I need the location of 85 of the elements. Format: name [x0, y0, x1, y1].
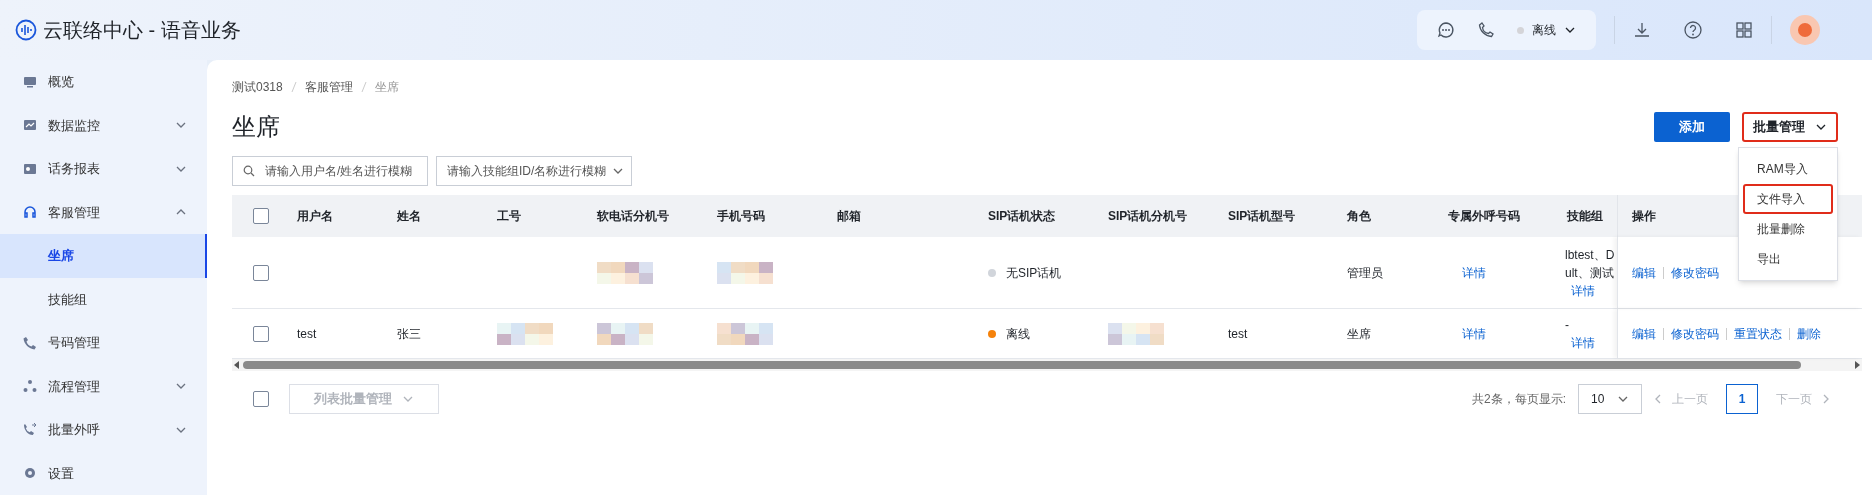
table-cell-text: 无SIP话机	[1006, 264, 1062, 282]
page-title: 坐席	[232, 112, 281, 142]
sidebar-subitem[interactable]: 技能组	[0, 277, 207, 321]
column-header: 手机号码	[716, 208, 766, 225]
menu-item[interactable]: 文件导入	[1743, 184, 1833, 214]
chat-icon[interactable]	[1437, 21, 1455, 39]
horizontal-scrollbar[interactable]	[232, 359, 1862, 371]
total-count: 共2条，每页显示:	[1472, 391, 1566, 408]
slash-separator-icon	[360, 81, 367, 93]
column-header: 软电话分机号	[596, 208, 670, 225]
breadcrumb-item[interactable]: 客服管理	[304, 78, 353, 96]
redacted-mosaic	[497, 322, 553, 345]
phone-icon	[22, 334, 38, 351]
table-cell-text: 张三	[397, 325, 421, 343]
action-link[interactable]: 编辑	[1632, 263, 1656, 282]
column-header: SIP话机分机号	[1107, 208, 1189, 225]
column-header: 工号	[496, 208, 522, 225]
column-header: 技能组	[1566, 208, 1604, 225]
checkbox[interactable]	[252, 391, 269, 407]
action-link[interactable]: 修改密码	[1671, 324, 1719, 343]
nodes-icon	[22, 378, 38, 395]
menu-item[interactable]: RAM导入	[1743, 154, 1833, 184]
phone-icon[interactable]	[1477, 21, 1495, 39]
details-link[interactable]: 详情	[1448, 263, 1486, 282]
batch-manage-button[interactable]: 批量管理	[1742, 112, 1838, 142]
details-link[interactable]: 详情	[1565, 281, 1615, 300]
phone-arrows-icon	[22, 421, 38, 438]
download-icon[interactable]	[1633, 21, 1651, 39]
redacted-mosaic	[1108, 322, 1164, 345]
redacted-mosaic	[597, 322, 653, 345]
table-cell-text: 离线	[1006, 325, 1030, 343]
checkbox[interactable]	[252, 325, 269, 342]
column-header: 姓名	[396, 208, 422, 225]
column-header: 角色	[1346, 208, 1372, 225]
table-cell-text: lbtest、D	[1565, 246, 1615, 264]
skill-group-select[interactable]: 请输入技能组ID/名称进行模糊	[436, 156, 632, 186]
column-header: SIP话机型号	[1227, 208, 1297, 225]
details-link[interactable]: 详情	[1565, 333, 1595, 352]
details-link[interactable]: 详情	[1448, 324, 1486, 343]
sidebar-item[interactable]: 设置	[0, 451, 207, 495]
action-link[interactable]: 重置状态	[1734, 324, 1782, 343]
column-header: 用户名	[296, 208, 334, 225]
status-dropdown[interactable]: 离线	[1517, 21, 1576, 39]
breadcrumb-item[interactable]: 测试0318	[232, 78, 283, 96]
page-button[interactable]: 1	[1726, 384, 1758, 414]
help-icon[interactable]	[1683, 20, 1703, 40]
action-link[interactable]: 编辑	[1632, 324, 1656, 343]
column-header: 专属外呼号码	[1447, 208, 1521, 225]
sidebar-item[interactable]: 话务报表	[0, 147, 207, 191]
menu-item[interactable]: 导出	[1743, 244, 1833, 274]
sidebar-item[interactable]: 流程管理	[0, 364, 207, 408]
table-cell-text: ult、测试	[1565, 264, 1615, 282]
sidebar-item[interactable]: 批量外呼	[0, 408, 207, 452]
app-title: 云联络中心 - 语音业务	[43, 18, 241, 43]
avatar-icon[interactable]	[1790, 15, 1820, 45]
action-link[interactable]: 删除	[1797, 324, 1821, 343]
menu-item[interactable]: 批量删除	[1743, 214, 1833, 244]
column-header: 邮箱	[836, 208, 862, 225]
slash-separator-icon	[290, 81, 297, 93]
redacted-mosaic	[717, 261, 773, 284]
page-size-select[interactable]: 10	[1578, 384, 1642, 414]
redacted-mosaic	[597, 261, 653, 284]
sidebar-subitem[interactable]: 坐席	[0, 234, 207, 278]
headset-icon	[22, 204, 38, 221]
sidebar-item[interactable]: 客服管理	[0, 190, 207, 234]
grid-icon[interactable]	[1735, 21, 1753, 39]
table-cell-text: test	[1228, 325, 1248, 343]
table-cell-text: test	[297, 325, 317, 343]
checkbox[interactable]	[252, 264, 269, 281]
search-icon	[243, 165, 255, 177]
table-cell-text: -	[1565, 316, 1570, 334]
breadcrumb-item: 坐席	[374, 79, 399, 96]
action-link[interactable]: 修改密码	[1671, 263, 1719, 282]
checkbox[interactable]	[252, 208, 269, 224]
search-field[interactable]: 请输入用户名/姓名进行模糊	[232, 156, 428, 186]
logo-icon	[15, 19, 37, 41]
sidebar-item[interactable]: 数据监控	[0, 103, 207, 147]
redacted-mosaic	[717, 322, 773, 345]
sidebar-item[interactable]: 号码管理	[0, 321, 207, 365]
table-cell-text: 管理员	[1347, 264, 1383, 282]
status-label: 离线	[1532, 22, 1556, 39]
column-header: SIP话机状态	[987, 208, 1057, 225]
add-button[interactable]: 添加	[1654, 112, 1730, 142]
sidebar-item[interactable]: 概览	[0, 60, 207, 104]
table-cell-text: 坐席	[1347, 325, 1371, 343]
